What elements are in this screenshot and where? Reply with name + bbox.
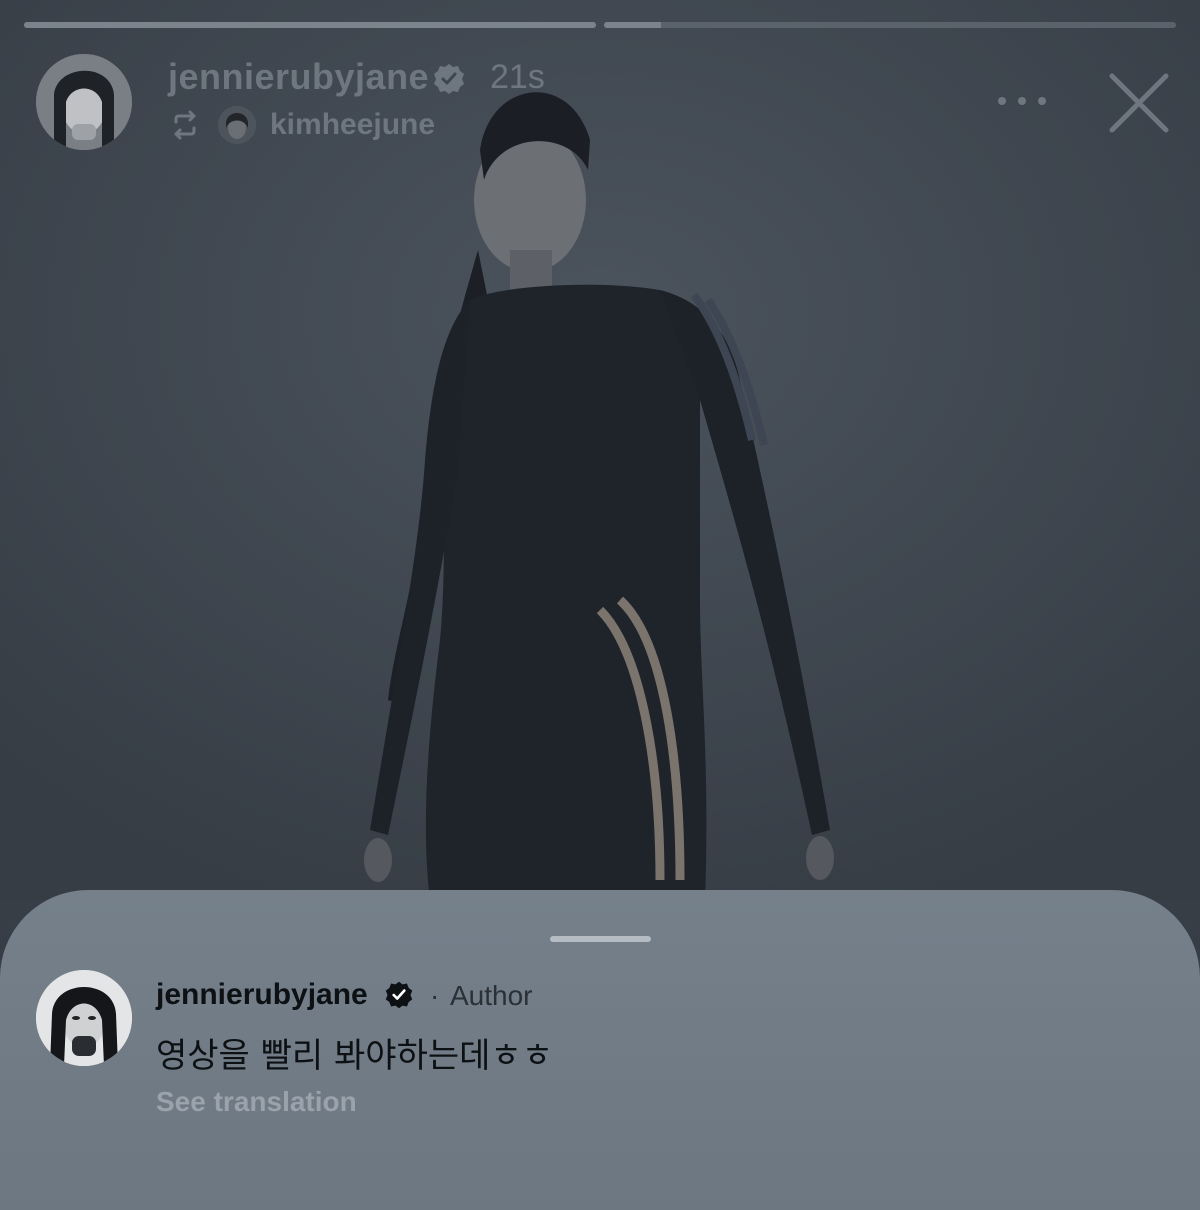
repost-icon: [174, 110, 196, 140]
see-translation-link[interactable]: See translation: [156, 1086, 357, 1118]
close-icon[interactable]: [1108, 72, 1170, 134]
author-badge: Author: [450, 980, 533, 1011]
verified-badge-icon: [434, 64, 464, 94]
verified-badge-icon: [385, 981, 413, 1009]
story-username[interactable]: jennierubyjane: [168, 56, 429, 98]
repost-user-avatar[interactable]: [218, 106, 256, 144]
repost-username[interactable]: kimheejune: [270, 108, 435, 142]
comment-username[interactable]: jennierubyjane: [156, 978, 368, 1012]
separator-dot: ·: [430, 980, 440, 1011]
story-progress-bar-1: [24, 22, 596, 28]
comment-author-avatar[interactable]: [36, 970, 132, 1066]
more-options-icon[interactable]: [996, 92, 1048, 110]
story-progress-bar-2: [604, 22, 1176, 28]
author-avatar[interactable]: [36, 54, 132, 150]
sheet-drag-handle[interactable]: [550, 936, 651, 942]
comment-text: 영상을 빨리 봐야하는데ㅎㅎ: [156, 1036, 553, 1076]
story-timestamp: 21s: [490, 58, 545, 96]
